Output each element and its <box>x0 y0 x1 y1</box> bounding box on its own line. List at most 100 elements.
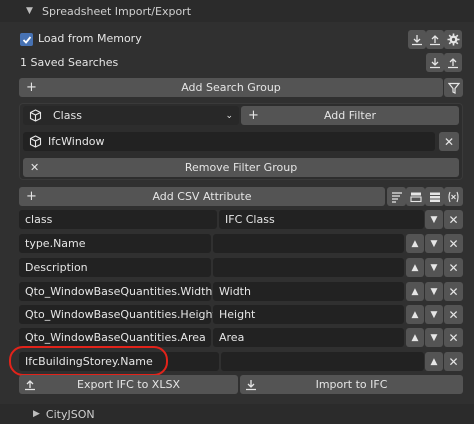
attribute-header-field[interactable]: Width <box>213 282 404 301</box>
chevron-down-icon: ⌄ <box>225 110 233 121</box>
export-ifc-to-xlsx-button[interactable]: Export IFC to XLSX <box>19 375 238 394</box>
gear-icon[interactable] <box>444 30 462 49</box>
add-search-group-label: Add Search Group <box>181 81 281 94</box>
move-down-button[interactable]: ▼ <box>425 258 443 277</box>
triangle-down-icon: ▼ <box>430 262 438 273</box>
add-search-group-button[interactable]: + Add Search Group <box>19 78 443 97</box>
add-csv-attribute-label: Add CSV Attribute <box>152 190 252 203</box>
close-icon: ✕ <box>443 134 455 149</box>
triangle-up-icon: ▲ <box>411 309 419 320</box>
attribute-header-text: Width <box>219 285 251 298</box>
attribute-name-text: Qto_WindowBaseQuantities.Width <box>25 285 213 298</box>
attribute-header-field[interactable]: Area <box>213 328 404 347</box>
triangle-up-icon: ▲ <box>411 286 419 297</box>
move-down-button[interactable]: ▼ <box>425 234 443 253</box>
close-icon: ✕ <box>448 307 459 322</box>
cityjson-panel-header[interactable]: ▶ CityJSON <box>0 404 474 424</box>
remove-attribute-button[interactable]: ✕ <box>444 282 463 301</box>
attribute-header-field[interactable] <box>213 234 404 253</box>
load-from-memory-checkbox[interactable] <box>20 33 33 46</box>
attribute-header-text: Area <box>219 331 245 344</box>
attribute-name-text: class <box>25 213 53 226</box>
add-csv-attribute-button[interactable]: + Add CSV Attribute <box>19 187 385 206</box>
close-icon: ✕ <box>448 354 459 369</box>
remove-attribute-button[interactable]: ✕ <box>444 234 463 253</box>
filter-type-dropdown[interactable]: Class ⌄ <box>23 106 239 125</box>
move-down-button[interactable]: ▼ <box>425 282 443 301</box>
panel-header[interactable]: ▼ Spreadsheet Import/Export <box>0 0 474 22</box>
attribute-header-text: Height <box>219 308 256 321</box>
cube-icon <box>29 135 42 148</box>
attribute-name-field[interactable]: type.Name <box>19 234 211 253</box>
attribute-name-text: Qto_WindowBaseQuantities.Area <box>25 331 206 344</box>
attribute-name-text: type.Name <box>25 237 86 250</box>
plus-icon: + <box>26 189 37 204</box>
cube-icon <box>29 109 42 122</box>
attribute-name-field[interactable]: Qto_WindowBaseQuantities.Width <box>19 282 213 301</box>
highlight-annotation <box>9 346 168 376</box>
remove-attribute-button[interactable]: ✕ <box>444 352 463 371</box>
attribute-header-field[interactable]: Height <box>213 305 404 324</box>
sort-lines-icon[interactable] <box>387 187 406 206</box>
upload-icon[interactable] <box>444 53 462 72</box>
close-icon: ✕ <box>448 330 459 345</box>
attribute-name-text: Qto_WindowBaseQuantities.Height <box>25 308 217 321</box>
attribute-header-field[interactable]: IFC Class <box>219 210 424 229</box>
import-label: Import to IFC <box>315 378 388 391</box>
plus-icon: + <box>248 108 259 123</box>
remove-attribute-button[interactable]: ✕ <box>444 258 463 277</box>
attribute-name-field[interactable]: Qto_WindowBaseQuantities.Area <box>19 328 211 347</box>
move-down-button[interactable]: ▼ <box>425 210 443 229</box>
remove-attribute-button[interactable]: ✕ <box>444 328 463 347</box>
load-from-memory-label: Load from Memory <box>38 32 142 45</box>
close-icon: ✕ <box>448 284 459 299</box>
download-icon[interactable] <box>426 53 444 72</box>
move-down-button[interactable]: ▼ <box>425 305 443 324</box>
triangle-down-icon: ▼ <box>430 332 438 343</box>
filter-type-value: Class <box>53 109 82 122</box>
add-filter-button[interactable]: + Add Filter <box>241 106 459 125</box>
download-icon <box>245 379 257 391</box>
triangle-down-icon: ▼ <box>430 286 438 297</box>
add-filter-label: Add Filter <box>323 109 377 122</box>
close-icon: ✕ <box>30 161 40 174</box>
move-up-button[interactable]: ▲ <box>406 328 424 347</box>
move-up-button[interactable]: ▲ <box>406 305 424 324</box>
export-label: Export IFC to XLSX <box>77 378 180 391</box>
filter-class-field[interactable]: IfcWindow <box>23 132 435 151</box>
preset-icon[interactable] <box>425 187 444 206</box>
move-up-button[interactable]: ▲ <box>425 352 443 371</box>
triangle-down-icon: ▼ <box>430 309 438 320</box>
upload-icon[interactable] <box>426 30 444 49</box>
attribute-name-field[interactable]: Qto_WindowBaseQuantities.Height <box>19 305 217 324</box>
close-icon: ✕ <box>448 212 459 227</box>
table-icon[interactable] <box>406 187 425 206</box>
triangle-up-icon: ▲ <box>411 332 419 343</box>
remove-filter-button[interactable]: ✕ <box>439 132 459 151</box>
move-up-button[interactable]: ▲ <box>406 282 424 301</box>
move-up-button[interactable]: ▲ <box>406 234 424 253</box>
move-up-button[interactable]: ▲ <box>406 258 424 277</box>
cityjson-panel-title: CityJSON <box>45 407 95 421</box>
clear-formula-icon[interactable] <box>444 187 463 206</box>
attribute-name-field[interactable]: class <box>19 210 217 229</box>
filter-icon[interactable] <box>444 78 463 97</box>
attribute-name-field[interactable]: Description <box>19 258 211 277</box>
download-icon[interactable] <box>408 30 426 49</box>
remove-filter-group-label: Remove Filter Group <box>184 161 298 174</box>
plus-icon: + <box>26 80 37 95</box>
remove-attribute-button[interactable]: ✕ <box>444 305 463 324</box>
attribute-header-text: IFC Class <box>225 213 275 226</box>
triangle-up-icon: ▲ <box>411 262 419 273</box>
move-down-button[interactable]: ▼ <box>425 328 443 347</box>
triangle-down-icon: ▼ <box>430 214 438 225</box>
attribute-header-field[interactable] <box>221 352 424 371</box>
chevron-down-icon: ▼ <box>26 6 33 16</box>
close-icon: ✕ <box>448 236 459 251</box>
triangle-down-icon: ▼ <box>430 238 438 249</box>
filter-class-value: IfcWindow <box>48 135 105 148</box>
import-to-ifc-button[interactable]: Import to IFC <box>240 375 463 394</box>
remove-attribute-button[interactable]: ✕ <box>444 210 463 229</box>
attribute-header-field[interactable] <box>213 258 404 277</box>
remove-filter-group-button[interactable]: ✕ Remove Filter Group <box>23 158 459 177</box>
